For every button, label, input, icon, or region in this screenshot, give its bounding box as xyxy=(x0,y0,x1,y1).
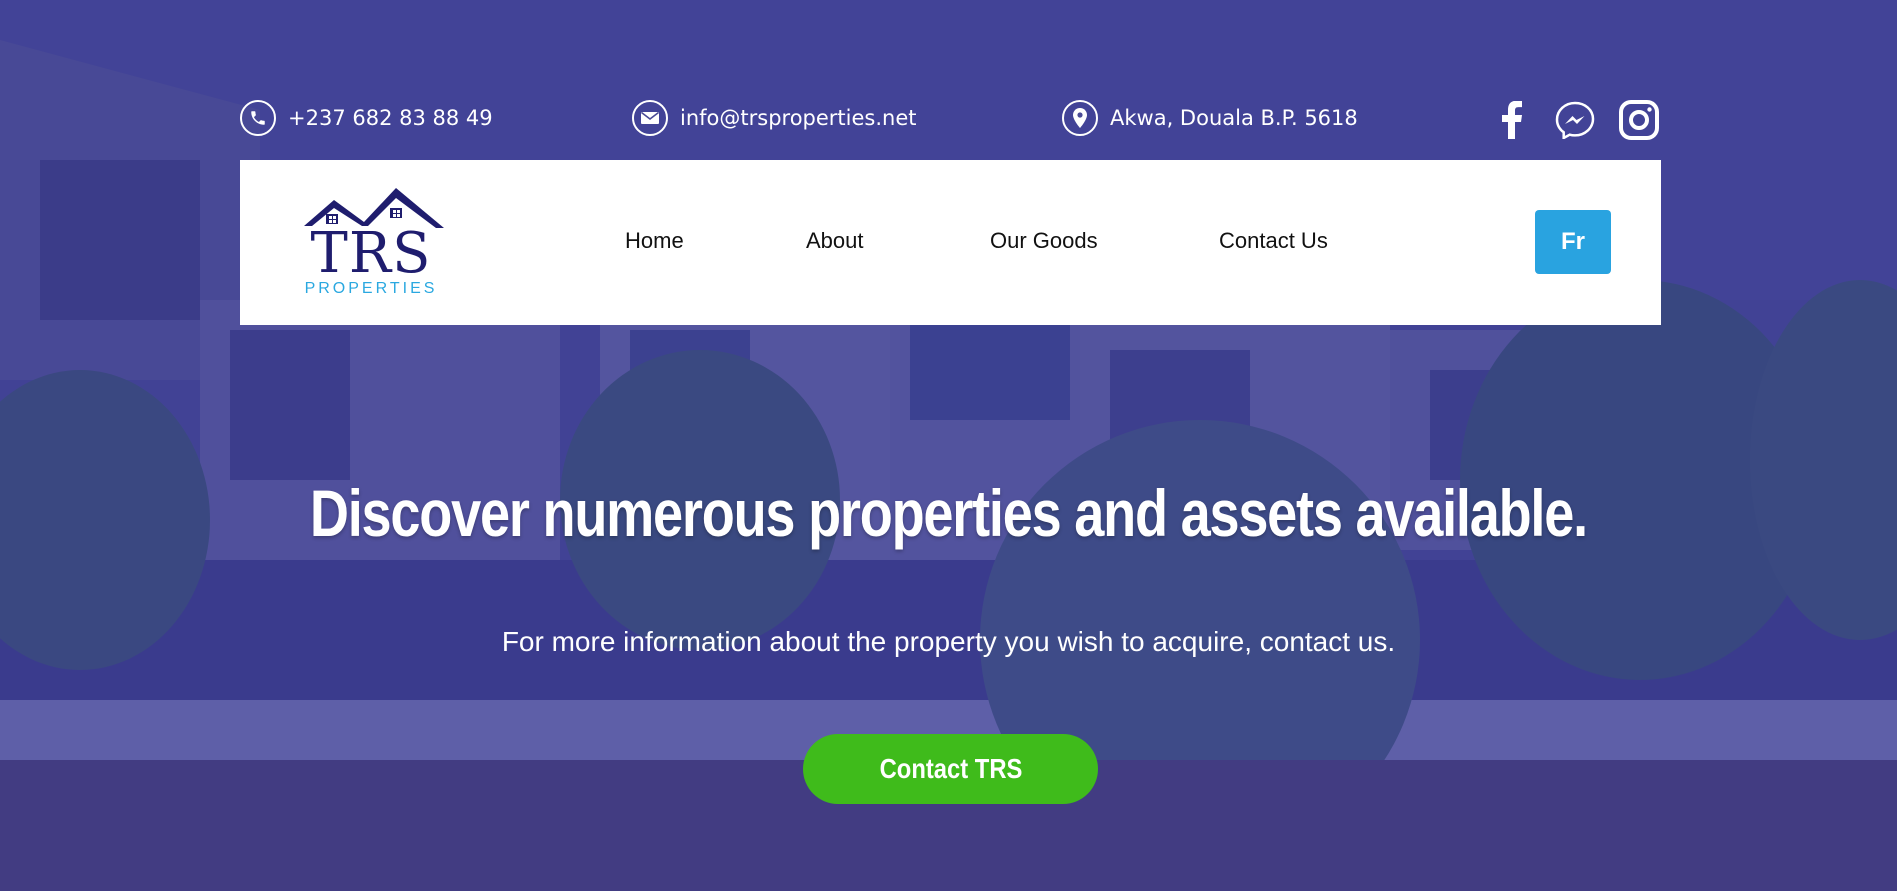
envelope-icon xyxy=(632,100,668,136)
map-pin-icon xyxy=(1062,100,1098,136)
language-switch-button[interactable]: Fr xyxy=(1535,210,1611,274)
phone-icon xyxy=(240,100,276,136)
facebook-icon[interactable] xyxy=(1497,100,1527,140)
trs-logo[interactable]: TRS PROPERTIES xyxy=(296,184,446,300)
email-address: info@trsproperties.net xyxy=(680,106,917,130)
contact-trs-label: Contact TRS xyxy=(879,753,1022,784)
hero-section: +237 682 83 88 49 info@trsproperties.net… xyxy=(0,0,1897,891)
logo-wordmark: TRS xyxy=(310,221,432,286)
nav-our-goods[interactable]: Our Goods xyxy=(990,228,1098,254)
nav-contact-us[interactable]: Contact Us xyxy=(1219,228,1328,254)
contact-bar: +237 682 83 88 49 info@trsproperties.net… xyxy=(240,100,1660,140)
hero-headline: Discover numerous properties and assets … xyxy=(309,476,1588,550)
nav-about[interactable]: About xyxy=(806,228,864,254)
main-navbar: TRS PROPERTIES Home About Our Goods Cont… xyxy=(240,160,1661,325)
instagram-icon[interactable] xyxy=(1619,100,1659,140)
nav-home[interactable]: Home xyxy=(625,228,684,254)
phone-number: +237 682 83 88 49 xyxy=(288,106,493,130)
phone-contact[interactable]: +237 682 83 88 49 xyxy=(240,100,493,136)
email-contact[interactable]: info@trsproperties.net xyxy=(632,100,917,136)
contact-trs-button[interactable]: Contact TRS xyxy=(803,734,1098,804)
office-address: Akwa, Douala B.P. 5618 xyxy=(1110,106,1358,130)
logo-subtitle: PROPERTIES xyxy=(304,280,438,297)
address-contact: Akwa, Douala B.P. 5618 xyxy=(1062,100,1358,136)
hero-subline: For more information about the property … xyxy=(501,626,1396,657)
messenger-icon[interactable] xyxy=(1555,100,1595,140)
